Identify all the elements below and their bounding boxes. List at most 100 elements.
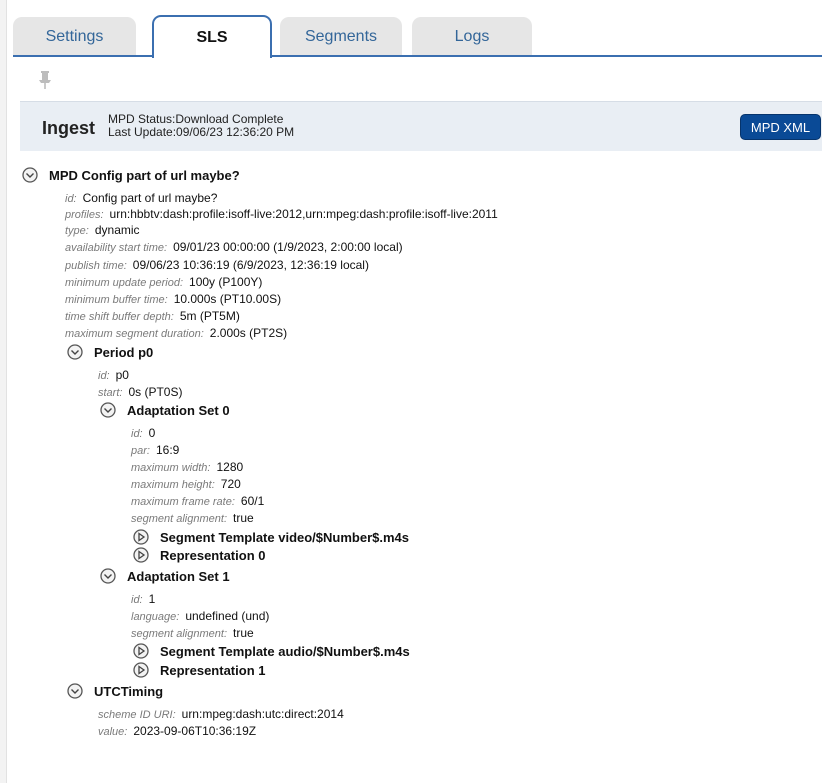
prop-key: publish time: [65,260,127,272]
tree-node-adaptation-set-0[interactable]: Adaptation Set 0 [100,402,230,418]
as1-prop-seg-align: segment alignment: true [131,625,254,642]
prop-value: true [233,626,254,640]
tab-segments[interactable]: Segments [280,17,402,57]
prop-key: type: [65,225,89,237]
as0-prop-max-width: maximum width: 1280 [131,459,243,476]
utc-prop-scheme: scheme ID URI: urn:mpeg:dash:utc:direct:2… [98,706,344,723]
prop-key: profiles: [65,209,104,221]
representation-1-title: Representation 1 [160,662,266,678]
tab-settings[interactable]: Settings [13,17,136,57]
left-scroll-border [0,0,7,783]
expand-circle-icon[interactable] [133,547,149,563]
mpd-status-block: MPD Status:Download Complete Last Update… [108,113,294,139]
prop-value: 16:9 [155,443,180,457]
ingest-header: Ingest MPD Status:Download Complete Last… [20,101,822,151]
tree-node-utctiming[interactable]: UTCTiming [67,683,163,699]
prop-value: undefined (und) [185,609,270,623]
prop-value: 100y (P100Y) [189,275,263,289]
mpd-prop-tsbd: time shift buffer depth: 5m (PT5M) [65,308,240,325]
expand-circle-icon[interactable] [133,643,149,659]
prop-key: maximum segment duration: [65,328,204,340]
prop-key: minimum buffer time: [65,294,168,306]
prop-key: id: [131,428,143,440]
as0-prop-max-frame-rate: maximum frame rate: 60/1 [131,493,264,510]
prop-key: time shift buffer depth: [65,311,174,323]
prop-key: id: [131,594,143,606]
mpd-prop-max-seg-dur: maximum segment duration: 2.000s (PT2S) [65,325,287,342]
prop-value: 60/1 [240,494,265,508]
as1-prop-language: language: undefined (und) [131,608,269,625]
collapse-circle-icon[interactable] [100,402,116,418]
mpd-prop-min-update: minimum update period: 100y (P100Y) [65,274,262,291]
prop-key: value: [98,726,128,738]
prop-value: 10.000s (PT10.00S) [173,292,282,306]
last-update-text: Last Update:09/06/23 12:36:20 PM [108,125,295,139]
as0-prop-max-height: maximum height: 720 [131,476,241,493]
prop-key: maximum width: [131,462,211,474]
prop-value: 1 [148,592,156,606]
utctiming-title: UTCTiming [94,683,164,699]
prop-value: true [233,511,254,525]
tab-underline [13,55,822,57]
prop-key: segment alignment: [131,628,227,640]
prop-key: par: [131,445,150,457]
prop-key: id: [65,193,77,205]
mpd-node-title: MPD Config part of url maybe? [49,167,240,183]
tree-node-mpd[interactable]: MPD Config part of url maybe? [22,167,240,183]
prop-key: availability start time: [65,242,168,254]
mpd-prop-publish: publish time: 09/06/23 10:36:19 (6/9/2023… [65,257,369,274]
adaptation-set-0-title: Adaptation Set 0 [127,402,230,418]
adaptation-set-1-title: Adaptation Set 1 [127,568,230,584]
segment-template-video-title: Segment Template video/$Number$.m4s [160,529,410,545]
prop-value: 5m (PT5M) [179,309,240,323]
tree-node-segment-template-video[interactable]: Segment Template video/$Number$.m4s [133,529,409,545]
collapse-circle-icon[interactable] [22,167,38,183]
prop-value: 1280 [216,460,244,474]
prop-key: segment alignment: [131,513,227,525]
expand-circle-icon[interactable] [133,529,149,545]
expand-circle-icon[interactable] [133,662,149,678]
period-prop-start: start: 0s (PT0S) [98,384,182,401]
collapse-circle-icon[interactable] [100,568,116,584]
prop-value: 0s (PT0S) [128,385,183,399]
prop-key: maximum frame rate: [131,496,235,508]
ingest-title: Ingest [42,118,96,138]
prop-key: minimum update period: [65,277,184,289]
prop-key: start: [98,387,123,399]
segment-template-audio-title: Segment Template audio/$Number$.m4s [160,643,410,659]
tree-node-representation-0[interactable]: Representation 0 [133,547,265,563]
period-node-title: Period p0 [94,344,154,360]
prop-value: Config part of url maybe? [82,191,218,205]
prop-value: dynamic [94,223,140,237]
collapse-circle-icon[interactable] [67,683,83,699]
prop-value: 2.000s (PT2S) [209,326,288,340]
tree-node-period[interactable]: Period p0 [67,344,153,360]
mpd-prop-type: type: dynamic [65,222,140,239]
tree-node-representation-1[interactable]: Representation 1 [133,662,265,678]
tab-bar: Settings SLS Segments Logs [13,0,822,58]
collapse-circle-icon[interactable] [67,344,83,360]
prop-key: maximum height: [131,479,215,491]
as0-prop-id: id: 0 [131,425,155,442]
prop-value: 2023-09-06T10:36:19Z [133,724,257,738]
prop-value: urn:hbbtv:dash:profile:isoff-live:2012,u… [109,207,498,221]
prop-value: 0 [148,426,156,440]
representation-0-title: Representation 0 [160,547,266,563]
mpd-prop-availability: availability start time: 09/01/23 00:00:0… [65,239,403,256]
prop-value: urn:mpeg:dash:utc:direct:2014 [181,707,344,721]
tree-node-adaptation-set-1[interactable]: Adaptation Set 1 [100,568,230,584]
mpd-prop-id: id: Config part of url maybe? [65,190,217,207]
prop-key: scheme ID URI: [98,709,176,721]
tree-node-segment-template-audio[interactable]: Segment Template audio/$Number$.m4s [133,643,410,659]
tab-logs[interactable]: Logs [412,17,532,57]
mpd-prop-profiles: profiles: urn:hbbtv:dash:profile:isoff-li… [65,206,498,223]
utc-prop-value: value: 2023-09-06T10:36:19Z [98,723,256,740]
prop-key: language: [131,611,180,623]
prop-value: 09/01/23 00:00:00 (1/9/2023, 2:00:00 loc… [173,240,403,254]
pin-icon[interactable] [38,71,52,89]
tab-sls[interactable]: SLS [152,15,272,58]
as0-prop-par: par: 16:9 [131,442,179,459]
prop-value: p0 [115,368,129,382]
as1-prop-id: id: 1 [131,591,155,608]
mpd-xml-button[interactable]: MPD XML [740,114,821,140]
